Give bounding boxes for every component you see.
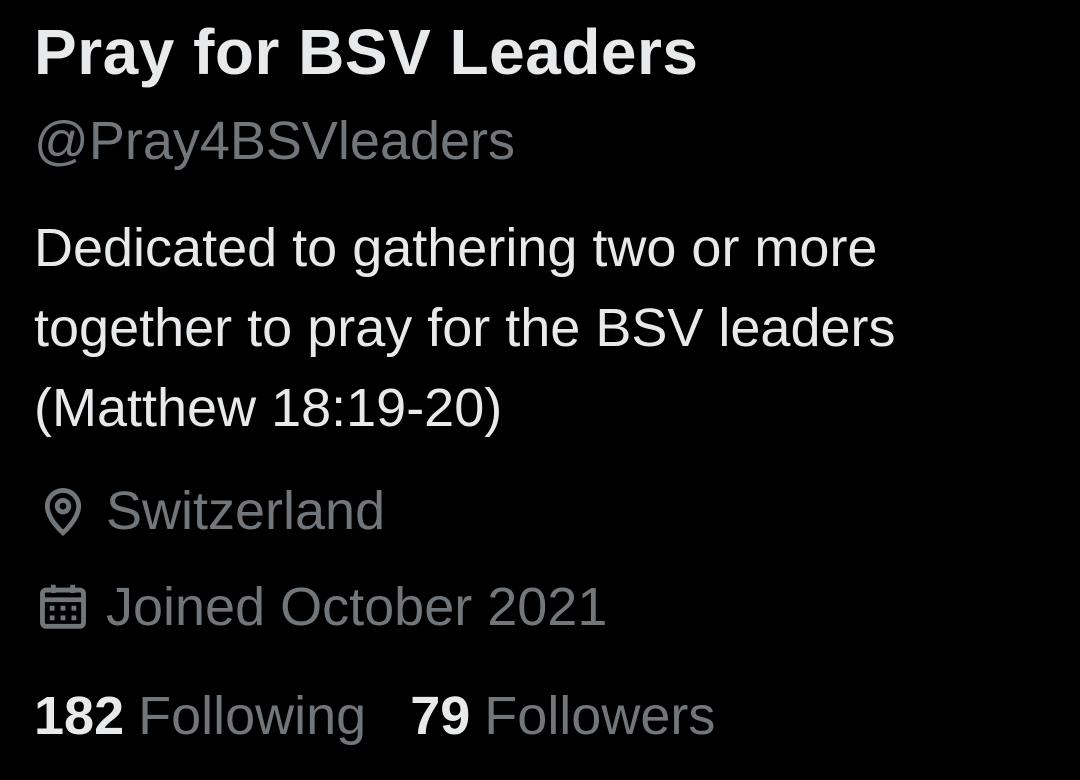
profile-handle: @Pray4BSVleaders <box>34 111 516 171</box>
profile-stats: 182 Following 79 Followers <box>34 680 715 752</box>
display-name: Pray for BSV Leaders <box>34 16 699 88</box>
followers-label: Followers <box>484 686 716 746</box>
following-count: 182 <box>34 686 125 746</box>
following-label: Following <box>138 686 367 746</box>
followers-link[interactable]: 79 Followers <box>410 685 715 747</box>
location-pin-icon <box>44 488 82 536</box>
joined-row: Joined October 2021 <box>34 572 607 642</box>
location-text: Switzerland <box>106 481 386 541</box>
profile-bio: Dedicated to gathering two or more toget… <box>34 218 896 438</box>
location-row: Switzerland <box>34 476 385 546</box>
followers-count: 79 <box>410 686 471 746</box>
joined-text: Joined October 2021 <box>106 577 608 637</box>
calendar-icon <box>40 584 86 629</box>
following-link[interactable]: 182 Following <box>34 685 366 747</box>
